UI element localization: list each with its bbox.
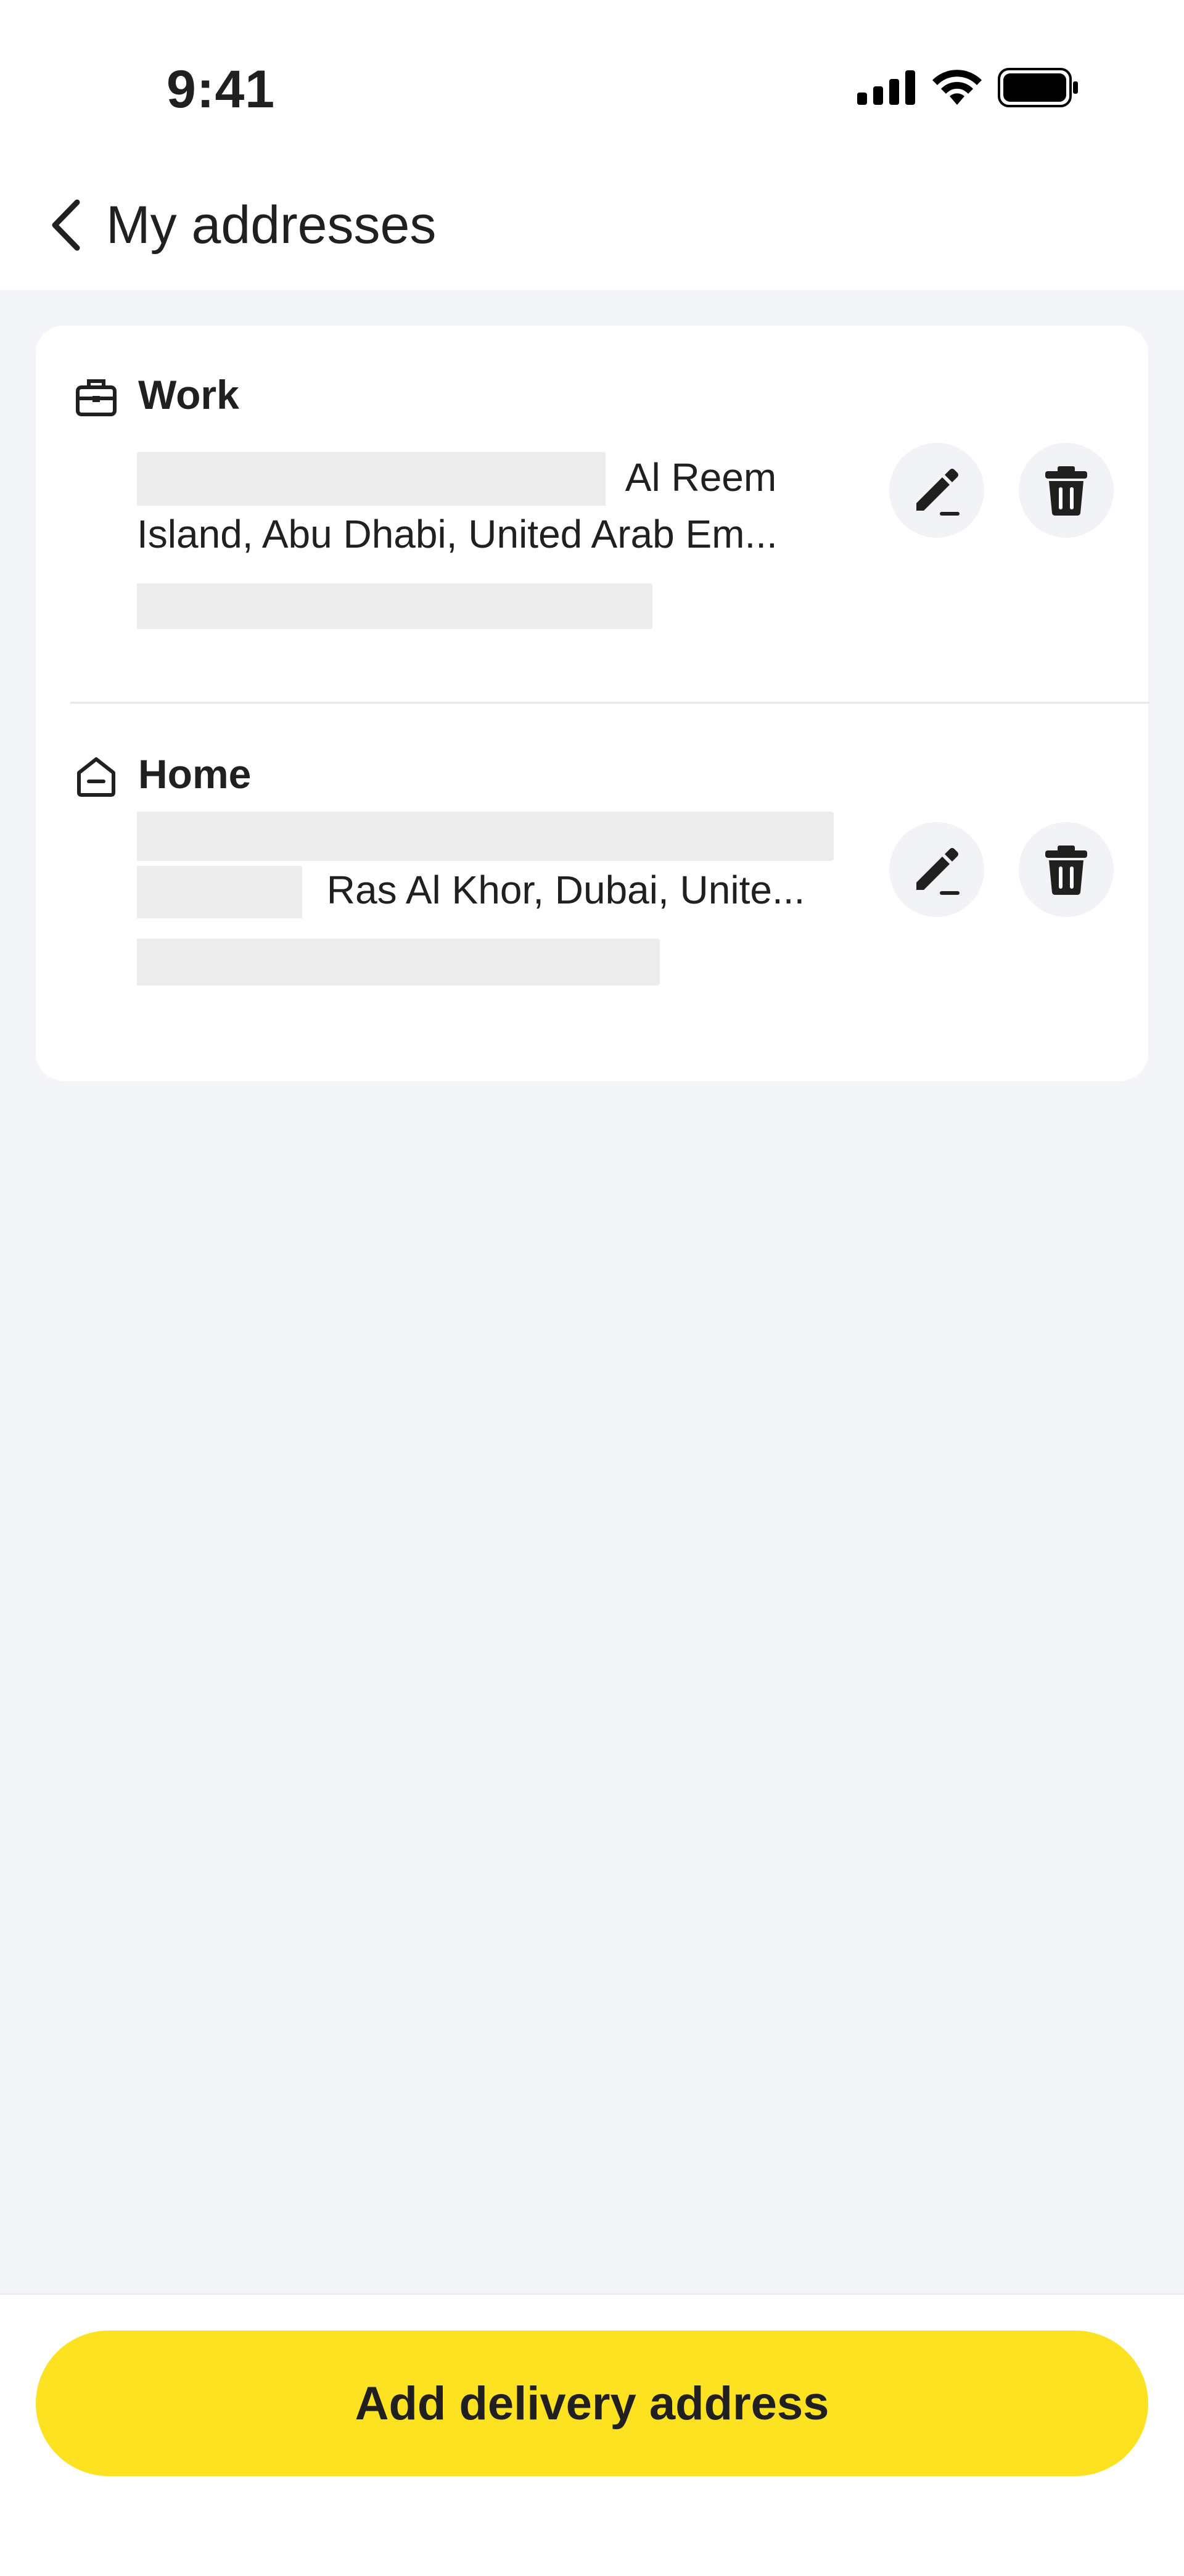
trash-icon	[1045, 466, 1087, 516]
address-item-work[interactable]: Work Al Reem Island, Abu Dhabi, United A…	[36, 372, 1148, 720]
page-title: My addresses	[106, 195, 437, 255]
trash-icon	[1045, 846, 1087, 895]
address-list-card: Work Al Reem Island, Abu Dhabi, United A…	[36, 326, 1149, 1081]
briefcase-icon	[76, 379, 117, 416]
address-label: Work	[138, 372, 239, 418]
address-line-2: Island, Abu Dhabi, United Arab Em...	[137, 512, 778, 556]
pencil-icon	[916, 469, 960, 516]
redacted-text	[137, 866, 302, 918]
home-icon	[77, 757, 115, 797]
add-delivery-address-button[interactable]: Add delivery address	[36, 2331, 1148, 2476]
address-text: Ras Al Khor, Dubai, Unite...	[137, 805, 852, 987]
address-line-2: Ras Al Khor, Dubai, Unite...	[326, 868, 805, 912]
wifi-icon	[932, 70, 982, 105]
delete-button[interactable]	[1019, 822, 1114, 917]
redacted-text	[137, 812, 834, 862]
delete-button[interactable]	[1019, 443, 1114, 538]
pencil-icon	[916, 848, 960, 895]
address-text: Al Reem Island, Abu Dhabi, United Arab E…	[137, 449, 852, 632]
status-time: 9:41	[166, 60, 276, 119]
bottom-bar: Add delivery address	[0, 2293, 1184, 2576]
redacted-text	[137, 939, 660, 986]
edit-button[interactable]	[889, 822, 984, 917]
redacted-text	[137, 452, 606, 506]
divider	[70, 702, 1149, 704]
battery-icon	[998, 68, 1078, 107]
status-icons	[857, 68, 1079, 107]
redacted-text	[137, 583, 652, 630]
signal-icon	[857, 70, 915, 105]
address-line-1: Al Reem	[625, 455, 777, 500]
back-button[interactable]	[32, 191, 100, 259]
back-chevron-icon	[52, 199, 80, 251]
address-label: Home	[138, 751, 252, 797]
address-item-home[interactable]: Home Ras Al Khor, Dubai, Unite...	[36, 751, 1148, 1100]
edit-button[interactable]	[889, 443, 984, 538]
header: My addresses	[0, 167, 1184, 290]
status-bar: 9:41	[0, 0, 1184, 167]
